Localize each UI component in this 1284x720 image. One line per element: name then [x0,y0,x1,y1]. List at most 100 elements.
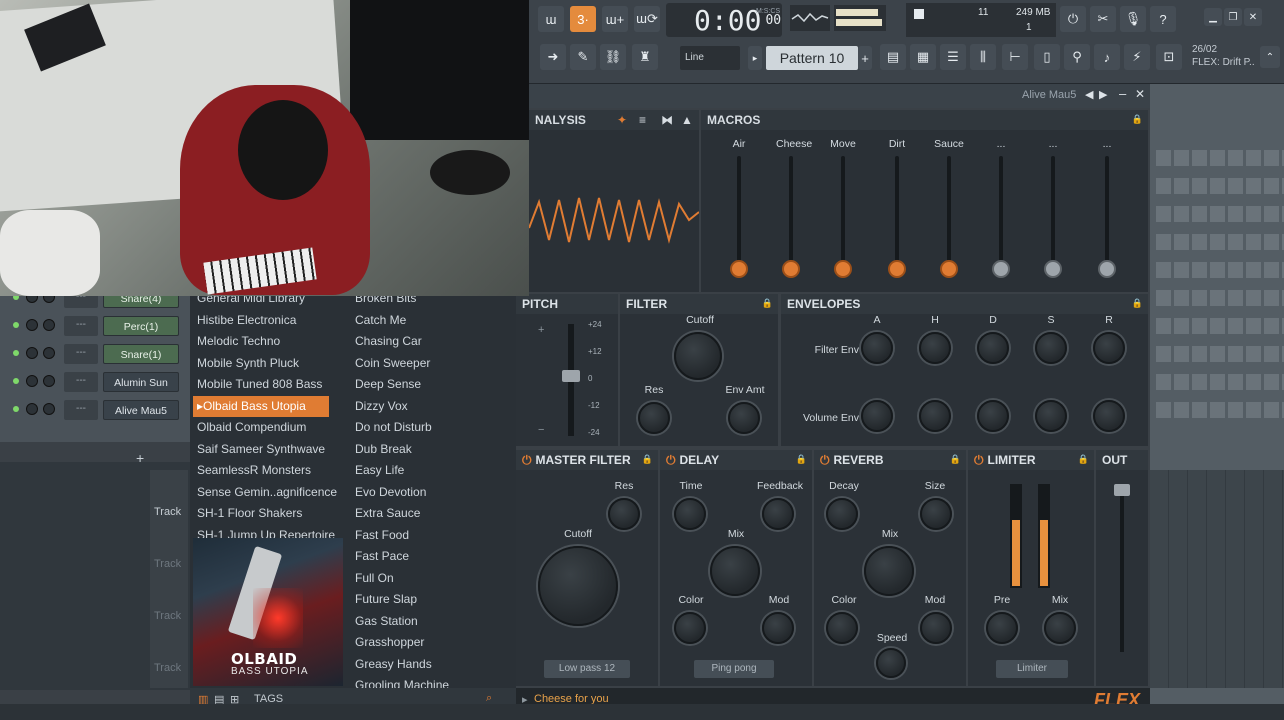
reverb-color-knob[interactable] [826,612,858,644]
delay-time-knob[interactable] [674,498,706,530]
macro-slider-thumb[interactable] [730,260,748,278]
pack-item[interactable]: Mobile Synth Pluck [197,353,347,375]
blend-notes-icon[interactable]: ɯ⟳ [634,6,660,32]
list-view-icon[interactable]: ≡ [639,113,646,127]
delay-mix-knob[interactable] [710,546,760,596]
envelope-knob[interactable] [861,400,893,432]
channel-name-button[interactable]: Perc(1) [103,316,179,336]
mute-led[interactable] [13,350,19,356]
lock-icon[interactable]: 🔒 [642,454,653,465]
spectrum-view-icon[interactable]: ▲ [681,113,693,127]
preset-item[interactable]: Coin Sweeper [355,353,505,375]
lock-icon[interactable]: 🔒 [762,298,773,309]
loop-record-icon[interactable]: ɯ [538,6,564,32]
pan-knob[interactable] [26,319,38,331]
limiter-mix-knob[interactable] [1044,612,1076,644]
edison-icon[interactable]: ♪ [1094,44,1120,70]
preset-item[interactable]: Grasshopper [355,632,505,654]
countdown-icon[interactable]: 3· [570,6,596,32]
preset-item[interactable]: Extra Sauce [355,503,505,525]
envelope-knob[interactable] [1035,332,1067,364]
channel-name-button[interactable]: Alive Mau5 [103,400,179,420]
volume-knob[interactable] [43,375,55,387]
macro-slider-thumb[interactable] [1098,260,1116,278]
reverb-mod-knob[interactable] [920,612,952,644]
track-label[interactable]: Track [154,506,181,518]
volume-knob[interactable] [43,403,55,415]
pack-item[interactable]: Saif Sameer Synthwave [197,439,347,461]
channel-target[interactable]: --- [64,316,98,336]
stereo-view-icon[interactable]: ⧓ [661,113,673,127]
channel-target[interactable]: --- [64,400,98,420]
mixer-icon[interactable]: ⫼ [970,44,996,70]
delay-mode-select[interactable]: Ping pong [694,660,774,678]
channel-row[interactable]: --- Alive Mau5 [8,398,180,422]
pattern-add-icon[interactable]: + [858,46,872,70]
envelope-knob[interactable] [861,332,893,364]
power-toggle-icon[interactable]: ⏻ [522,453,532,467]
out-slider-thumb[interactable] [1114,484,1130,496]
channel-row[interactable]: --- Snare(1) [8,342,180,366]
filter-res-knob[interactable] [638,402,670,434]
channel-row[interactable]: --- Perc(1) [8,314,180,338]
next-plugin-icon[interactable]: ▶ [1099,88,1107,101]
macro-slider-thumb[interactable] [834,260,852,278]
mf-cutoff-knob[interactable] [538,546,618,626]
preset-item[interactable]: Full On [355,568,505,590]
stamp-icon[interactable]: ♜ [632,44,658,70]
mute-led[interactable] [13,378,19,384]
envelope-knob[interactable] [919,400,951,432]
preset-item[interactable]: Fast Food [355,525,505,547]
preset-item[interactable]: Greasy Hands [355,654,505,676]
pack-item[interactable]: SH-1 Floor Shakers [197,503,347,525]
lock-icon[interactable]: 🔒 [796,454,807,465]
plug-icon[interactable]: ⚡ [1124,44,1150,70]
pan-knob[interactable] [26,403,38,415]
envelope-knob[interactable] [1035,400,1067,432]
preset-item[interactable]: Dizzy Vox [355,396,505,418]
pack-item[interactable]: Mobile Tuned 808 Bass [197,374,347,396]
volume-knob[interactable] [43,319,55,331]
power-toggle-icon[interactable]: ⏻ [974,453,984,467]
preset-item[interactable]: Easy Life [355,460,505,482]
lock-icon[interactable]: 🔒 [950,454,961,465]
track-label[interactable]: Track [154,558,181,570]
wave-view-icon[interactable]: ✦ [617,113,627,127]
piano-roll-icon[interactable]: ▦ [910,44,936,70]
limiter-pre-knob[interactable] [986,612,1018,644]
delay-mod-knob[interactable] [762,612,794,644]
prev-plugin-icon[interactable]: ◀ [1085,88,1093,101]
power-icon[interactable]: ⏻ [1060,6,1086,32]
envelope-knob[interactable] [1093,332,1125,364]
reverb-decay-knob[interactable] [826,498,858,530]
filter-cutoff-knob[interactable] [674,332,722,380]
pack-item[interactable]: SeamlessR Monsters [197,460,347,482]
envelope-knob[interactable] [977,332,1009,364]
reverb-speed-knob[interactable] [876,648,906,678]
link-icon[interactable]: ⛓ [600,44,626,70]
snap-select[interactable]: Line [680,46,740,70]
channel-target[interactable]: --- [64,372,98,392]
power-toggle-icon[interactable]: ⏻ [666,453,676,467]
macro-slider-thumb[interactable] [940,260,958,278]
preset-item[interactable]: Chasing Car [355,331,505,353]
preset-item[interactable]: Deep Sense [355,374,505,396]
pitch-down-icon[interactable]: − [538,424,544,436]
pack-item[interactable]: Sense Gemin..agnificence [197,482,347,504]
pack-item[interactable]: Olbaid Compendium [197,417,347,439]
lock-icon[interactable]: 🔒 [1078,454,1089,465]
mf-type-select[interactable]: Low pass 12 [544,660,630,678]
pack-item[interactable]: General Midi Library [197,296,347,310]
channel-rack-icon[interactable]: ☰ [940,44,966,70]
minimize-icon[interactable]: ▁ [1204,8,1222,26]
pan-knob[interactable] [26,347,38,359]
cut-icon[interactable]: ✂ [1090,6,1116,32]
mute-led[interactable] [13,406,19,412]
preset-item[interactable]: Dub Break [355,439,505,461]
channel-row[interactable]: --- Alumin Sun [8,370,180,394]
pack-item[interactable]: Melodic Techno [197,331,347,353]
pattern-selector[interactable]: Pattern 10 [766,46,858,70]
mute-led[interactable] [13,322,19,328]
arrow-right-icon[interactable]: ➜ [540,44,566,70]
macro-slider-thumb[interactable] [888,260,906,278]
